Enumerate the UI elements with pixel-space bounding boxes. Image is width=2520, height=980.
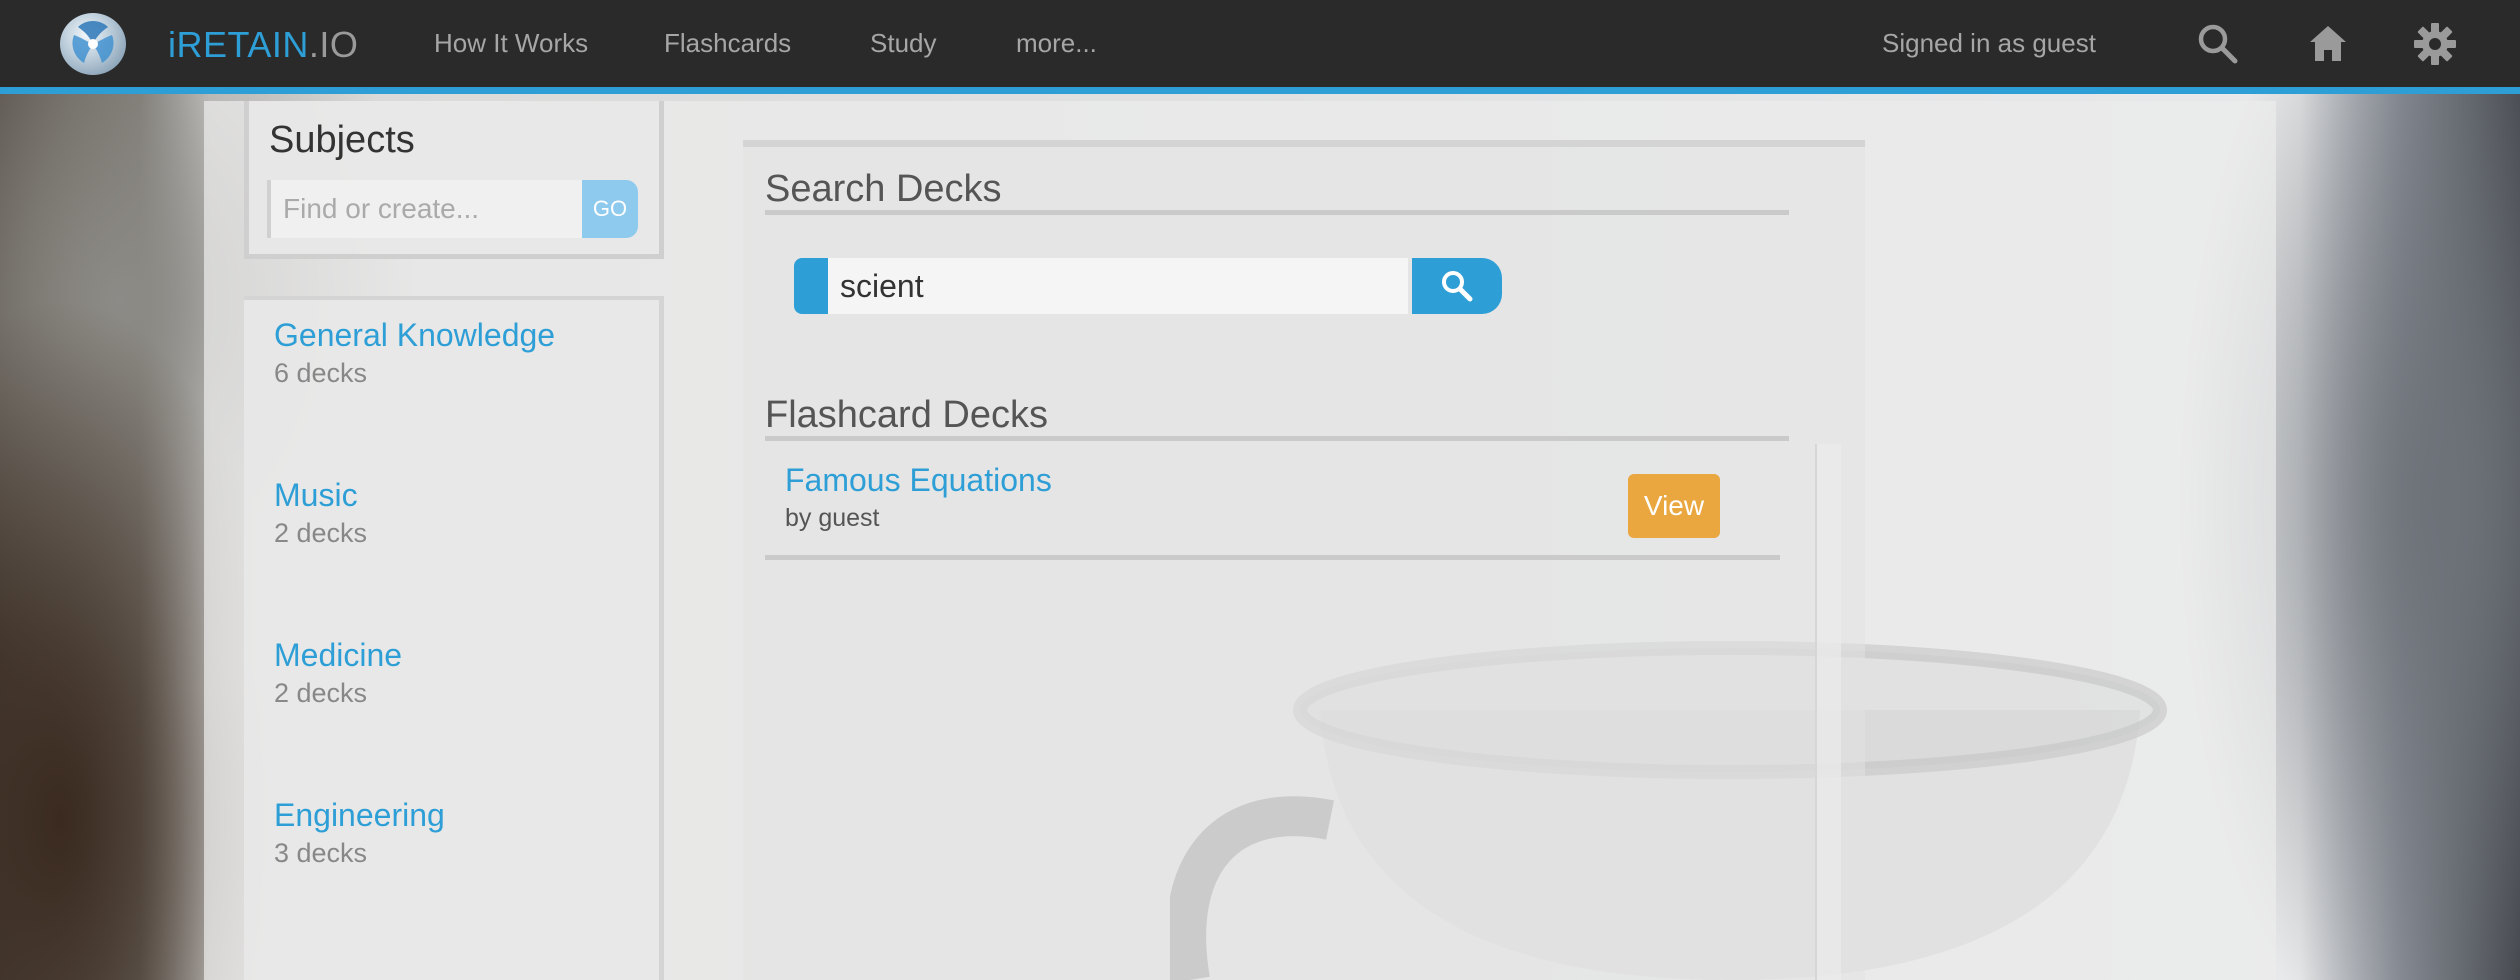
divider [765,436,1789,441]
subject-list: General Knowledge 6 decks Music 2 decks … [244,296,664,980]
top-navbar: iRETAIN.IO How It Works Flashcards Study… [0,0,2520,94]
nav-how-it-works[interactable]: How It Works [434,28,588,59]
subject-deck-count: 3 decks [274,838,368,868]
subject-item-general-knowledge[interactable]: General Knowledge 6 decks [274,317,555,389]
subject-deck-count: 2 decks [274,678,368,708]
home-icon[interactable] [2306,22,2350,66]
brand-part-2: .IO [308,24,359,65]
search-icon [1442,271,1473,302]
deck-row-divider [765,555,1780,560]
gear-icon[interactable] [2413,22,2457,66]
brand-part-1: iRETAIN [168,24,309,65]
logo-icon[interactable] [60,13,126,75]
deck-search-button[interactable] [1412,258,1502,314]
deck-author: by guest [785,504,880,532]
nav-flashcards[interactable]: Flashcards [664,28,791,59]
subject-name[interactable]: Music [274,477,367,514]
subject-item-engineering[interactable]: Engineering 3 decks [274,797,445,869]
signed-in-status: Signed in as guest [1882,28,2096,58]
view-deck-button[interactable]: View [1628,474,1720,538]
subject-name[interactable]: Engineering [274,797,445,834]
subject-name[interactable]: Medicine [274,637,402,674]
subject-search-input[interactable] [267,180,587,238]
divider [765,210,1789,215]
go-button[interactable]: GO [582,180,638,238]
deck-title-link[interactable]: Famous Equations [785,462,1052,499]
brand-name[interactable]: iRETAIN.IO [168,24,358,66]
subject-deck-count: 2 decks [274,518,368,548]
deck-search-bar [794,258,1502,314]
subject-deck-count: 6 decks [274,358,368,388]
nav-study[interactable]: Study [870,28,937,59]
subject-item-medicine[interactable]: Medicine 2 decks [274,637,402,709]
search-decks-title: Search Decks [765,168,1002,210]
subjects-panel: Subjects GO [244,101,664,259]
deck-search-input[interactable] [828,258,1408,314]
nav-more[interactable]: more... [1016,28,1097,59]
search-icon[interactable] [2196,22,2240,66]
subject-item-music[interactable]: Music 2 decks [274,477,367,549]
subjects-title: Subjects [269,119,415,161]
subject-name[interactable]: General Knowledge [274,317,555,354]
results-scrollbar[interactable] [1815,444,1841,980]
flashcard-decks-title: Flashcard Decks [765,394,1048,436]
search-input-accent [794,258,828,314]
